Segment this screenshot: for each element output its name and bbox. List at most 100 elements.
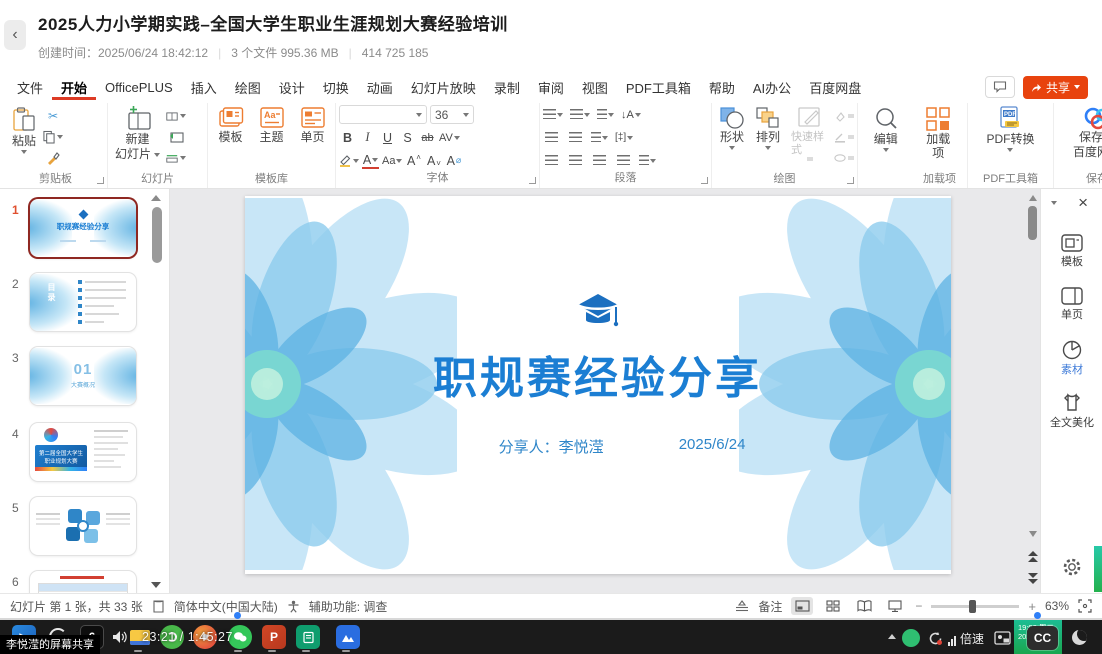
zoom-slider[interactable] (931, 605, 1019, 608)
share-button[interactable]: 共享 (1023, 76, 1088, 99)
edit-button[interactable]: 编辑 (869, 104, 903, 154)
menu-help[interactable]: 帮助 (700, 74, 744, 100)
format-painter-button[interactable] (43, 149, 63, 167)
menu-home[interactable]: 开始 (52, 74, 96, 100)
shape-outline-button[interactable] (834, 128, 854, 146)
do-not-disturb-moon-icon[interactable] (1072, 630, 1087, 645)
menu-view[interactable]: 视图 (573, 74, 617, 100)
zoom-in-button[interactable]: + (1028, 599, 1036, 614)
slide-presenter[interactable]: 分享人：李悦滢 (499, 436, 604, 457)
zoom-slider-thumb[interactable] (969, 600, 976, 613)
bold-button[interactable]: B (339, 129, 356, 147)
arrange-button[interactable]: 排列 (751, 104, 785, 152)
pdf-convert-button[interactable]: PDF PDF转换 (982, 104, 1038, 154)
section-button[interactable] (166, 149, 186, 167)
accessibility-status[interactable]: 辅助功能: 调查 (309, 598, 388, 615)
slide-editor[interactable]: 职规赛经验分享 分享人：李悦滢 2025/6/24 (245, 196, 951, 574)
mountain-app-icon[interactable] (336, 625, 360, 649)
bullets-button[interactable] (543, 106, 563, 124)
menu-insert[interactable]: 插入 (182, 74, 226, 100)
decrease-indent-button[interactable] (543, 129, 560, 147)
subtitles-cc-button[interactable]: CC (1027, 626, 1058, 650)
next-slide-button[interactable] (1028, 572, 1038, 585)
slide-thumbnail[interactable] (30, 571, 136, 593)
shapes-button[interactable]: 形状 (715, 104, 749, 152)
menu-draw[interactable]: 绘图 (226, 74, 270, 100)
theme-button[interactable]: Aa 主题 (255, 104, 289, 147)
video-seekbar-dot[interactable] (1034, 612, 1041, 619)
slide-canvas[interactable]: 职规赛经验分享 分享人：李悦滢 2025/6/24 (170, 189, 1025, 593)
shadow-button[interactable]: S (399, 129, 416, 147)
fit-to-window-icon[interactable] (1078, 599, 1092, 613)
paragraph-spacing-button[interactable] (591, 129, 608, 147)
text-direction-button[interactable] (639, 152, 656, 170)
panel-item-single-page[interactable]: 单页 (1041, 286, 1102, 321)
slide-thumbnail[interactable]: 目录 (30, 273, 136, 331)
scroll-up-arrow[interactable] (1029, 195, 1037, 201)
slide-sorter-view-button[interactable] (822, 597, 844, 615)
caj-app-icon[interactable] (296, 625, 320, 649)
align-left-button[interactable] (543, 152, 560, 170)
increase-indent-button[interactable] (567, 129, 584, 147)
playback-speed-button[interactable]: 倍速 (948, 630, 984, 647)
menu-ai-office[interactable]: AI办公 (744, 74, 800, 100)
thumbnail-scroll-up[interactable] (151, 195, 161, 201)
cut-button[interactable]: ✂ (43, 107, 63, 125)
panel-item-assets[interactable]: 素材 (1041, 339, 1102, 376)
text-fit-button[interactable]: [‡] (615, 129, 633, 147)
sync-tray-icon[interactable] (926, 629, 944, 647)
slide-thumbnail[interactable]: 01 大赛概况 (30, 347, 136, 405)
taskbar-overflow-chevron[interactable] (888, 634, 896, 639)
font-size-select[interactable]: 36 (430, 105, 474, 124)
quick-styles-button[interactable]: 快速样式 (787, 104, 832, 163)
menu-officeplus[interactable]: OfficePLUS (96, 74, 182, 100)
align-right-button[interactable] (591, 152, 608, 170)
shape-effects-button[interactable] (834, 149, 854, 167)
tray-green-icon[interactable] (902, 629, 920, 647)
numbering-button[interactable] (570, 106, 590, 124)
copy-button[interactable] (43, 128, 63, 146)
save-to-baidu-button[interactable]: 保存到 百度网盘 (1069, 104, 1102, 162)
reading-view-button[interactable] (853, 597, 875, 615)
drawing-dialog-launcher[interactable] (847, 177, 854, 184)
panel-item-template[interactable]: 模板 (1041, 233, 1102, 268)
back-button[interactable]: ‹ (4, 20, 26, 50)
shrink-font-button[interactable]: A˅ (425, 152, 442, 170)
spellcheck-icon[interactable] (152, 600, 165, 613)
comments-button[interactable] (985, 76, 1015, 98)
thumbnail-scroll-down[interactable] (151, 582, 161, 588)
shape-fill-button[interactable] (834, 107, 854, 125)
font-family-select[interactable] (339, 105, 427, 124)
slide-date[interactable]: 2025/6/24 (679, 436, 746, 453)
normal-view-button[interactable] (791, 597, 813, 615)
align-center-button[interactable] (567, 152, 584, 170)
justify-button[interactable] (615, 152, 632, 170)
highlight-color-button[interactable] (339, 152, 359, 170)
menu-slideshow[interactable]: 幻灯片放映 (402, 74, 485, 100)
paragraph-dialog-launcher[interactable] (701, 177, 708, 184)
reset-slide-button[interactable] (166, 128, 186, 146)
addins-button[interactable]: 加载项 (920, 104, 956, 163)
slide-thumbnail[interactable]: 职规赛经验分享 (30, 199, 136, 257)
character-spacing-button[interactable]: AV (439, 129, 460, 147)
menu-baidu-netdisk[interactable]: 百度网盘 (800, 74, 870, 100)
font-dialog-launcher[interactable] (529, 177, 536, 184)
template-button[interactable]: 模板 (214, 104, 248, 147)
panel-collapse-chevron[interactable] (1051, 201, 1057, 205)
menu-review[interactable]: 审阅 (529, 74, 573, 100)
strikethrough-button[interactable]: ab (419, 129, 436, 147)
single-page-button[interactable]: 单页 (296, 104, 330, 147)
menu-record[interactable]: 录制 (485, 74, 529, 100)
volume-icon[interactable] (110, 625, 128, 649)
grow-font-button[interactable]: A˄ (405, 152, 422, 170)
font-color-button[interactable]: A (362, 153, 379, 169)
clear-format-button[interactable]: A⌀ (445, 152, 462, 170)
change-case-button[interactable]: Aa (382, 152, 402, 170)
slideshow-view-button[interactable] (884, 597, 906, 615)
zoom-out-button[interactable]: − (915, 599, 922, 613)
pip-icon[interactable] (992, 629, 1012, 647)
powerpoint-app-icon[interactable]: P (262, 625, 286, 649)
clipboard-dialog-launcher[interactable] (97, 177, 104, 184)
underline-button[interactable]: U (379, 129, 396, 147)
scroll-down-arrow[interactable] (1029, 531, 1037, 537)
